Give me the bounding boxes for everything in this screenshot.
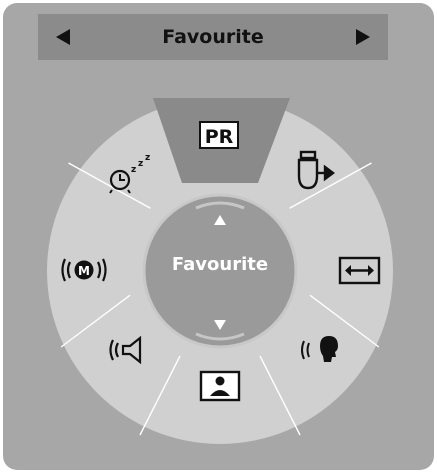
picture-icon[interactable]: [199, 370, 241, 402]
svg-text:PR: PR: [205, 126, 234, 148]
quick-menu-wheel: PR M z z z: [47, 98, 393, 444]
pr-icon: PR: [199, 121, 239, 149]
mono-sound-icon[interactable]: M: [61, 258, 107, 282]
svg-text:z: z: [131, 165, 136, 175]
svg-text:M: M: [78, 264, 90, 278]
svg-text:z: z: [145, 153, 150, 163]
svg-text:z: z: [138, 159, 143, 169]
